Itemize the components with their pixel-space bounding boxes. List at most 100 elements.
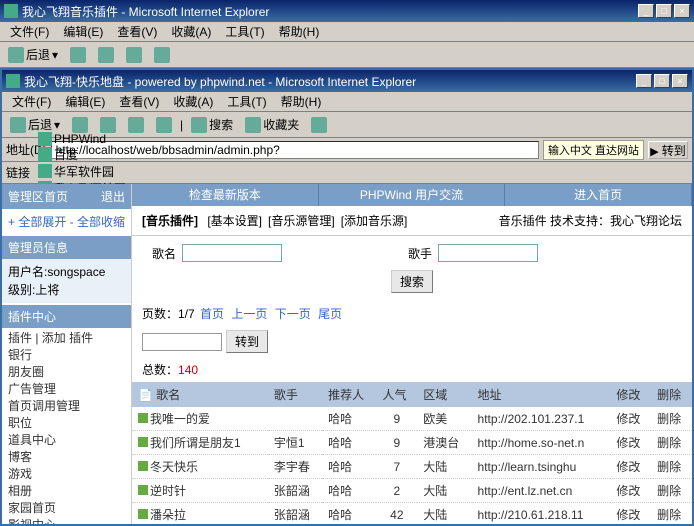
delete-link[interactable]: 删除 [651, 455, 692, 479]
page-count: 页数：1/7 [142, 307, 195, 321]
menu-view[interactable]: 查看(V) [111, 21, 163, 42]
cell-song[interactable]: 我唯一的爱 [132, 407, 268, 431]
goto-button[interactable]: 转到 [226, 330, 268, 353]
cell-addr[interactable]: http://learn.tsinghu [472, 455, 611, 479]
search-button[interactable]: 搜索 [187, 114, 237, 135]
menu-help[interactable]: 帮助(H) [273, 21, 326, 42]
maximize-button[interactable]: □ [654, 74, 670, 88]
cell-addr[interactable]: http://ent.lz.net.cn [472, 479, 611, 503]
page-last[interactable]: 尾页 [318, 307, 342, 321]
menu-tools[interactable]: 工具(T) [219, 21, 270, 42]
cell-rec: 哈哈 [322, 479, 376, 503]
sidebar-item[interactable]: 影视中心 [8, 517, 125, 524]
menu-view[interactable]: 查看(V) [113, 91, 165, 112]
delete-link[interactable]: 删除 [651, 503, 692, 525]
maximize-button[interactable]: □ [656, 4, 672, 18]
close-button[interactable]: × [674, 4, 690, 18]
song-table: 📄 歌名 歌手 推荐人 人气 区域 地址 修改 删除 我唯一的爱哈哈9欧美htt… [132, 382, 692, 524]
back-button[interactable]: 后退 ▾ [4, 44, 62, 65]
logout-link[interactable]: 退出 [101, 188, 125, 205]
sidebar-item[interactable]: 广告管理 [8, 381, 125, 398]
back-icon [10, 117, 26, 133]
subhead-link[interactable]: [音乐源管理] [268, 214, 335, 228]
edit-link[interactable]: 修改 [610, 455, 651, 479]
cell-singer[interactable]: 张韶涵 [268, 503, 322, 525]
sidebar-item[interactable]: 首页调用管理 [8, 398, 125, 415]
menu-file[interactable]: 文件(F) [6, 91, 57, 112]
cell-rec: 哈哈 [322, 431, 376, 455]
page-icon [38, 147, 52, 161]
refresh-button[interactable] [122, 45, 146, 65]
total-row: 总数：140 [132, 357, 692, 382]
menu-file[interactable]: 文件(F) [4, 21, 55, 42]
inner-menubar: 文件(F) 编辑(E) 查看(V) 收藏(A) 工具(T) 帮助(H) [2, 92, 692, 112]
delete-link[interactable]: 删除 [651, 479, 692, 503]
goto-input[interactable] [142, 333, 222, 351]
refresh-icon [128, 117, 144, 133]
sidebar-item[interactable]: 插件 | 添加 插件 [8, 330, 125, 347]
nav-check-version[interactable]: 检查最新版本 [132, 184, 319, 206]
sidebar-item[interactable]: 游戏 [8, 466, 125, 483]
cell-addr[interactable]: http://210.61.218.11 [472, 503, 611, 525]
sidebar-item[interactable]: 博客 [8, 449, 125, 466]
cell-singer[interactable] [268, 407, 322, 431]
go-button[interactable]: ▶ 转到 [648, 141, 688, 159]
cell-song[interactable]: 潘朵拉 [132, 503, 268, 525]
link-item[interactable]: 华军软件园 [38, 163, 126, 180]
link-item[interactable]: PHPWind [38, 132, 126, 146]
menu-fav[interactable]: 收藏(A) [167, 91, 219, 112]
menu-edit[interactable]: 编辑(E) [59, 91, 111, 112]
cell-song[interactable]: 我们所谓是朋友1 [132, 431, 268, 455]
edit-link[interactable]: 修改 [610, 407, 651, 431]
singer-input[interactable] [438, 244, 538, 262]
cell-addr[interactable]: http://202.101.237.1 [472, 407, 611, 431]
refresh-button[interactable] [124, 115, 148, 135]
admin-username: songspace [47, 265, 105, 279]
expand-collapse[interactable]: + 全部展开 - 全部收缩 [2, 209, 131, 234]
minimize-button[interactable]: _ [636, 74, 652, 88]
menu-help[interactable]: 帮助(H) [275, 91, 328, 112]
history-button[interactable] [307, 115, 331, 135]
edit-link[interactable]: 修改 [610, 479, 651, 503]
cell-singer[interactable]: 李宇春 [268, 455, 322, 479]
admin-home-link[interactable]: 管理区首页 [8, 188, 68, 205]
cell-addr[interactable]: http://home.so-net.n [472, 431, 611, 455]
sidebar-item[interactable]: 相册 [8, 483, 125, 500]
page-prev[interactable]: 上一页 [231, 307, 267, 321]
menu-edit[interactable]: 编辑(E) [57, 21, 109, 42]
home-button[interactable] [152, 115, 176, 135]
admin-info-title: 管理员信息 [2, 236, 131, 259]
cell-singer[interactable]: 张韶涵 [268, 479, 322, 503]
minimize-button[interactable]: _ [638, 4, 654, 18]
sidebar-item[interactable]: 朋友圈 [8, 364, 125, 381]
edit-link[interactable]: 修改 [610, 431, 651, 455]
subhead-link[interactable]: [基本设置] [207, 214, 262, 228]
nav-phpwind-forum[interactable]: PHPWind 用户交流 [319, 184, 506, 206]
edit-link[interactable]: 修改 [610, 503, 651, 525]
delete-link[interactable]: 删除 [651, 431, 692, 455]
menu-fav[interactable]: 收藏(A) [165, 21, 217, 42]
sidebar-item[interactable]: 道具中心 [8, 432, 125, 449]
sidebar-item[interactable]: 银行 [8, 347, 125, 364]
close-button[interactable]: × [672, 74, 688, 88]
search-button[interactable]: 搜索 [391, 270, 433, 293]
page-next[interactable]: 下一页 [275, 307, 311, 321]
link-item[interactable]: 百度 [38, 146, 126, 163]
cell-song[interactable]: 冬天快乐 [132, 455, 268, 479]
cell-region: 大陆 [417, 455, 471, 479]
nav-enter-home[interactable]: 进入首页 [505, 184, 692, 206]
sidebar-item[interactable]: 职位 [8, 415, 125, 432]
sidebar-item[interactable]: 家园首页 [8, 500, 125, 517]
favorites-button[interactable]: 收藏夹 [241, 114, 303, 135]
song-input[interactable] [182, 244, 282, 262]
page-first[interactable]: 首页 [200, 307, 224, 321]
cell-singer[interactable]: 宇恒1 [268, 431, 322, 455]
forward-button[interactable] [66, 45, 90, 65]
home-button[interactable] [150, 45, 174, 65]
delete-link[interactable]: 删除 [651, 407, 692, 431]
subhead-link[interactable]: [添加音乐源] [341, 214, 408, 228]
stop-button[interactable] [94, 45, 118, 65]
th-addr: 地址 [472, 382, 611, 407]
menu-tools[interactable]: 工具(T) [221, 91, 272, 112]
cell-song[interactable]: 逆时针 [132, 479, 268, 503]
